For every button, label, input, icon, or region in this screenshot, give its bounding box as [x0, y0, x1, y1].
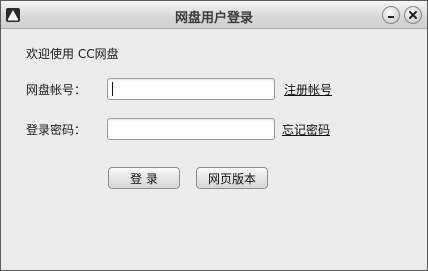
forgot-password-link[interactable]: 忘记密码: [282, 121, 330, 138]
close-icon: [409, 11, 417, 19]
password-input[interactable]: [107, 118, 275, 140]
minimize-button[interactable]: [382, 6, 400, 24]
title-bar[interactable]: 网盘用户登录: [1, 1, 427, 29]
username-label: 网盘帐号：: [26, 83, 87, 97]
window-title: 网盘用户登录: [174, 11, 253, 26]
welcome-text: 欢迎使用 CC网盘: [26, 47, 119, 61]
text-caret: [112, 82, 113, 96]
username-input[interactable]: [107, 78, 275, 100]
login-window: 网盘用户登录 欢迎使用 CC网盘 网盘帐号： 注册帐号 登录密码： 忘记密码 登…: [0, 0, 428, 271]
login-button[interactable]: 登 录: [108, 167, 180, 189]
register-link[interactable]: 注册帐号: [284, 81, 332, 98]
password-label: 登录密码：: [26, 123, 87, 137]
close-button[interactable]: [404, 6, 422, 24]
web-version-button[interactable]: 网页版本: [196, 167, 268, 189]
minimize-icon: [388, 16, 394, 18]
